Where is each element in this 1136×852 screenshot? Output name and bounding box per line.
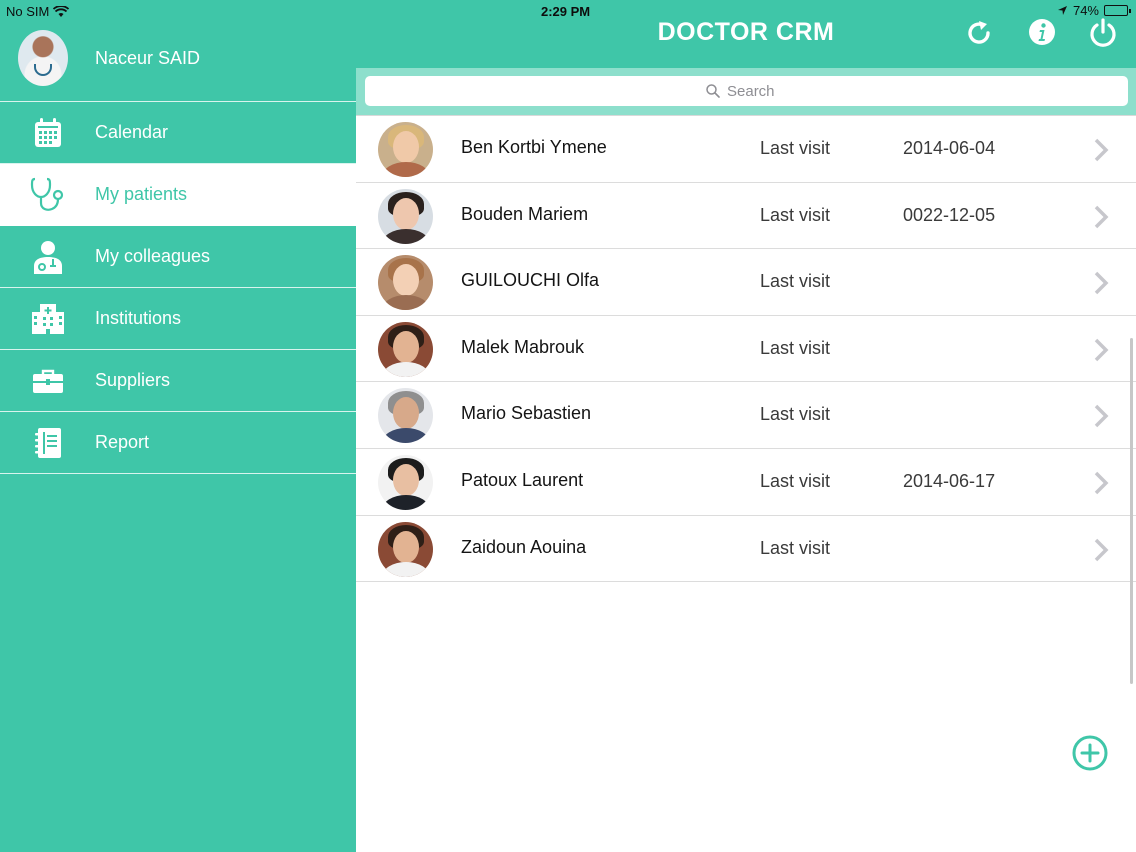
last-visit-date: 2014-06-04 bbox=[903, 138, 996, 158]
app-title: DOCTOR CRM bbox=[657, 18, 835, 46]
status-time: 2:29 PM bbox=[541, 4, 591, 19]
sidebar-item-report[interactable]: Report bbox=[0, 412, 356, 474]
avatar bbox=[378, 454, 433, 510]
chevron-right-icon bbox=[1094, 538, 1109, 561]
patient-list: Ben Kortbi Ymene Last visit 2014-06-04 B… bbox=[356, 116, 1136, 583]
chevron-right-icon bbox=[1094, 271, 1109, 295]
plus-circle-icon bbox=[1072, 735, 1108, 771]
table-row[interactable]: Malek Mabrouk Last visit bbox=[356, 316, 1136, 383]
sidebar-item-label: Report bbox=[95, 432, 150, 452]
calendar-icon bbox=[30, 116, 66, 150]
wifi-icon bbox=[53, 5, 70, 17]
chevron-right-icon bbox=[1094, 205, 1109, 228]
sidebar-menu: Calendar My patients My colleagues Insti… bbox=[0, 102, 356, 474]
battery-percent: 74% bbox=[1072, 3, 1099, 18]
last-visit-date: 0022-12-05 bbox=[903, 204, 996, 225]
sidebar-item-institutions[interactable]: Institutions bbox=[0, 288, 356, 350]
last-visit-label: Last visit bbox=[760, 470, 831, 491]
sidebar-item-my-colleagues[interactable]: My colleagues bbox=[0, 226, 356, 288]
patient-name: Mario Sebastien bbox=[461, 403, 592, 424]
last-visit-label: Last visit bbox=[760, 271, 831, 292]
scrollbar[interactable] bbox=[1130, 338, 1133, 684]
doctor-icon bbox=[30, 240, 66, 274]
patient-name: Patoux Laurent bbox=[461, 469, 584, 490]
hospital-building-icon bbox=[30, 302, 66, 336]
avatar bbox=[378, 321, 433, 377]
patient-name: Bouden Mariem bbox=[461, 203, 589, 224]
patient-name: Ben Kortbi Ymene bbox=[461, 137, 607, 157]
header: 2:29 PM 74% DOCTOR CRM bbox=[356, 0, 1136, 68]
avatar bbox=[378, 188, 433, 244]
sidebar-item-label: Suppliers bbox=[95, 370, 171, 390]
chevron-right-icon bbox=[1094, 138, 1109, 162]
chevron-right-icon bbox=[1094, 405, 1109, 428]
sidebar-item-label: My colleagues bbox=[95, 246, 211, 266]
sidebar-item-suppliers[interactable]: Suppliers bbox=[0, 350, 356, 412]
patient-name: GUILOUCHI Olfa bbox=[461, 270, 600, 291]
table-row[interactable]: Ben Kortbi Ymene Last visit 2014-06-04 bbox=[356, 116, 1136, 183]
patient-name: Zaidoun Aouina bbox=[461, 536, 587, 557]
refresh-icon bbox=[968, 21, 990, 44]
sidebar-item-calendar[interactable]: Calendar bbox=[0, 102, 356, 164]
chevron-right-icon bbox=[1094, 471, 1109, 495]
last-visit-date: 2014-06-17 bbox=[903, 470, 996, 491]
patient-name: Malek Mabrouk bbox=[461, 336, 585, 357]
add-patient-button[interactable] bbox=[1072, 735, 1108, 771]
last-visit-label: Last visit bbox=[760, 337, 831, 358]
search-icon bbox=[706, 84, 720, 98]
search-field[interactable] bbox=[365, 76, 1128, 106]
battery-icon bbox=[1104, 5, 1131, 16]
last-visit-label: Last visit bbox=[760, 138, 831, 158]
table-row[interactable]: Mario Sebastien Last visit bbox=[356, 382, 1136, 449]
notebook-icon bbox=[30, 426, 66, 460]
table-row[interactable]: Patoux Laurent Last visit 2014-06-17 bbox=[356, 449, 1136, 516]
avatar bbox=[378, 255, 433, 311]
search-input[interactable] bbox=[727, 82, 787, 100]
last-visit-label: Last visit bbox=[760, 537, 831, 558]
sidebar-item-label: Calendar bbox=[95, 122, 169, 142]
location-arrow-icon bbox=[1057, 6, 1067, 15]
sidebar-item-my-patients[interactable]: My patients bbox=[0, 164, 356, 226]
last-visit-label: Last visit bbox=[760, 204, 831, 225]
avatar bbox=[18, 30, 68, 86]
status-right: 74% bbox=[1057, 3, 1131, 18]
info-icon bbox=[1029, 19, 1055, 45]
status-carrier: No SIM bbox=[6, 4, 70, 19]
table-row[interactable]: Zaidoun Aouina Last visit bbox=[356, 516, 1136, 583]
sidebar-item-label: Institutions bbox=[95, 308, 182, 328]
avatar bbox=[378, 122, 433, 177]
sidebar-item-label: My patients bbox=[95, 184, 188, 204]
last-visit-label: Last visit bbox=[760, 404, 831, 425]
avatar bbox=[378, 521, 433, 577]
search-bar bbox=[356, 68, 1136, 116]
briefcase-icon bbox=[30, 364, 66, 398]
refresh-button[interactable] bbox=[964, 18, 994, 48]
profile-name: Naceur SAID bbox=[95, 48, 201, 68]
sidebar: No SIM Naceur SAID Calendar My patients … bbox=[0, 0, 356, 852]
avatar bbox=[378, 388, 433, 444]
table-row[interactable]: Bouden Mariem Last visit 0022-12-05 bbox=[356, 183, 1136, 250]
info-button[interactable] bbox=[1028, 18, 1058, 48]
chevron-right-icon bbox=[1094, 338, 1109, 362]
stethoscope-icon bbox=[30, 177, 66, 212]
table-row[interactable]: GUILOUCHI Olfa Last visit bbox=[356, 249, 1136, 316]
user-profile[interactable]: Naceur SAID bbox=[0, 22, 356, 102]
logout-button[interactable] bbox=[1089, 18, 1119, 48]
power-icon bbox=[1090, 18, 1116, 47]
carrier-label: No SIM bbox=[6, 4, 50, 19]
